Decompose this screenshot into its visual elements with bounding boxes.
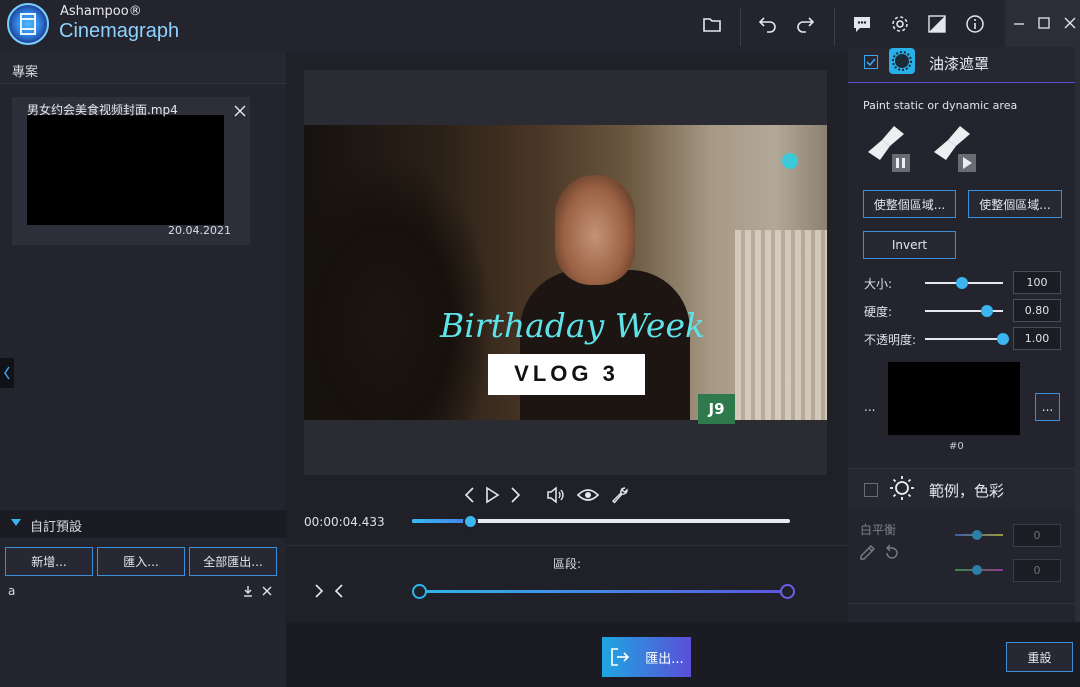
- collapse-panel-tab[interactable]: [0, 358, 14, 388]
- delete-preset-close-icon[interactable]: [261, 585, 273, 597]
- theme-icon[interactable]: [926, 13, 948, 35]
- video-subject-figure: [520, 270, 690, 420]
- brand-name: Ashampoo®: [60, 4, 142, 19]
- paint-mask-icon: [889, 48, 915, 74]
- paint-instruction: Paint static or dynamic area: [863, 99, 1018, 112]
- mask-enable-checkbox[interactable]: [864, 55, 878, 69]
- previous-frame-icon[interactable]: [460, 485, 480, 505]
- app-logo: [7, 3, 49, 45]
- reset-button[interactable]: 重設: [1006, 642, 1073, 672]
- play-icon[interactable]: [482, 485, 502, 505]
- opacity-slider-knob[interactable]: [997, 333, 1009, 345]
- segment-collapse-icon[interactable]: [332, 583, 346, 599]
- product-name: Cinemagraph: [59, 20, 180, 42]
- media-thumbnail[interactable]: [27, 115, 224, 225]
- sun-icon: [889, 475, 915, 501]
- divider: [286, 545, 848, 546]
- time-readout: 00:00:04.433: [304, 515, 385, 529]
- divider: [848, 603, 1075, 604]
- expand-arrow-icon[interactable]: [11, 519, 21, 526]
- mask-more-button[interactable]: ...: [1035, 393, 1060, 421]
- mask-preview[interactable]: [888, 362, 1020, 435]
- mask-section-title: 油漆遮罩: [929, 55, 990, 73]
- white-balance-label: 白平衡: [860, 523, 897, 537]
- size-value-input[interactable]: 100: [1013, 271, 1061, 294]
- close-icon[interactable]: [1062, 15, 1078, 31]
- export-button-label: 匯出...: [645, 651, 684, 667]
- segment-end-handle[interactable]: [780, 584, 795, 599]
- download-icon[interactable]: [242, 585, 254, 597]
- mask-index: #0: [949, 441, 964, 452]
- segment-range-bar[interactable]: [420, 590, 788, 593]
- segment-label: 區段:: [553, 557, 582, 571]
- opacity-value-input[interactable]: 1.00: [1013, 327, 1061, 350]
- video-subject-face: [555, 175, 635, 285]
- size-label: 大小:: [864, 277, 893, 291]
- undo-icon[interactable]: [757, 13, 779, 35]
- opacity-slider[interactable]: [925, 338, 1003, 340]
- media-filename: 男女约会美食视频封面.mp4: [27, 103, 178, 117]
- video-background-detail: [735, 230, 827, 420]
- paint-static-brush-icon[interactable]: [864, 122, 914, 172]
- folder-icon[interactable]: [701, 13, 723, 35]
- video-watermark: J9: [698, 394, 735, 424]
- minimize-icon[interactable]: [1011, 15, 1027, 31]
- wrench-icon[interactable]: [610, 485, 630, 505]
- hardness-label: 硬度:: [864, 305, 893, 319]
- eye-icon[interactable]: [576, 485, 600, 505]
- media-date: 20.04.2021: [168, 224, 231, 237]
- eyedropper-icon[interactable]: [858, 544, 876, 562]
- tint-value-input[interactable]: 0: [1013, 559, 1061, 582]
- temperature-value-input[interactable]: 0: [1013, 524, 1061, 547]
- next-frame-icon[interactable]: [505, 485, 525, 505]
- mask-prev-ellipsis[interactable]: ...: [864, 400, 875, 414]
- gear-icon[interactable]: [889, 13, 911, 35]
- reset-rotate-icon[interactable]: [883, 544, 901, 562]
- segment-expand-icon[interactable]: [312, 583, 326, 599]
- preset-item-label[interactable]: a: [8, 584, 15, 598]
- hardness-value-input[interactable]: 0.80: [1013, 299, 1061, 322]
- info-icon[interactable]: [964, 13, 986, 35]
- paint-dynamic-brush-icon[interactable]: [930, 122, 980, 172]
- toolbar-separator: [834, 8, 835, 46]
- presets-title: 自訂預設: [30, 520, 83, 535]
- segment-start-handle[interactable]: [412, 584, 427, 599]
- opacity-label: 不透明度:: [864, 333, 917, 347]
- video-foreground-figure: [304, 125, 514, 420]
- export-button[interactable]: 匯出...: [602, 637, 691, 677]
- right-panel-scrollbar[interactable]: [1075, 47, 1080, 622]
- hardness-slider-knob[interactable]: [981, 305, 993, 317]
- import-preset-button[interactable]: 匯入...: [97, 547, 185, 576]
- video-overlay-box-text: VLOG 3: [514, 361, 619, 386]
- feedback-icon[interactable]: [851, 13, 873, 35]
- remove-media-close-icon[interactable]: [233, 104, 247, 118]
- tint-slider-knob[interactable]: [972, 565, 982, 575]
- project-header: [0, 52, 286, 84]
- seek-handle[interactable]: [463, 514, 478, 529]
- size-slider-knob[interactable]: [956, 277, 968, 289]
- add-preset-button[interactable]: 新增...: [5, 547, 93, 576]
- video-overlay-script: Birthaday Week: [440, 306, 705, 345]
- maximize-icon[interactable]: [1036, 15, 1052, 31]
- toolbar-separator: [740, 8, 741, 46]
- color-enable-checkbox[interactable]: [864, 483, 878, 497]
- fill-dynamic-area-button[interactable]: 使整個區域...: [968, 190, 1062, 218]
- color-section-title: 範例，色彩: [929, 482, 1005, 500]
- invert-button[interactable]: Invert: [863, 231, 956, 259]
- export-icon: [611, 648, 630, 666]
- video-badge-icon: [782, 153, 798, 169]
- project-title: 專案: [12, 65, 39, 80]
- fill-static-area-button[interactable]: 使整個區域...: [863, 190, 956, 218]
- export-all-presets-button[interactable]: 全部匯出...: [189, 547, 277, 576]
- redo-icon[interactable]: [794, 13, 816, 35]
- volume-icon[interactable]: [545, 485, 565, 505]
- temperature-slider-knob[interactable]: [972, 530, 982, 540]
